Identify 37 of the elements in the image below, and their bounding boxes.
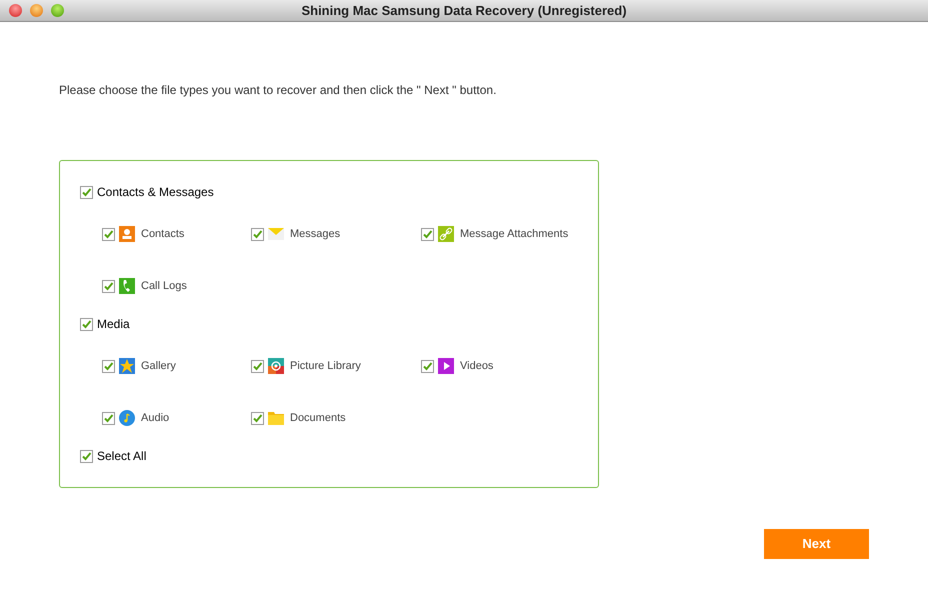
file-type-label: Gallery [141, 358, 176, 374]
phone-icon [119, 278, 135, 294]
checkbox[interactable] [421, 228, 434, 240]
checkbox[interactable] [102, 412, 115, 424]
file-type-label: Message Attachments [460, 226, 568, 242]
checkbox[interactable] [102, 228, 115, 240]
checkbox[interactable] [80, 186, 93, 198]
instruction-text: Please choose the file types you want to recover and then click the " Next " button. [59, 82, 498, 99]
checkbox[interactable] [251, 412, 264, 424]
file-type-label: Audio [141, 410, 170, 426]
checkbox[interactable] [251, 228, 264, 240]
checkbox[interactable] [80, 318, 93, 330]
select-all-label: Select All [97, 448, 146, 465]
person-icon [119, 226, 135, 242]
checkbox[interactable] [251, 360, 264, 372]
file-type-label: Call Logs [141, 278, 187, 294]
checkbox[interactable] [102, 280, 115, 292]
music-note-icon [119, 410, 135, 426]
group-label: Contacts & Messages [97, 184, 214, 201]
checkbox[interactable] [80, 450, 93, 462]
link-icon [438, 226, 454, 242]
checkbox[interactable] [102, 360, 115, 372]
window-title: Shining Mac Samsung Data Recovery (Unregistered) [301, 2, 627, 20]
zoom-button[interactable] [51, 4, 64, 17]
close-button[interactable] [9, 4, 22, 17]
file-type-label: Contacts [141, 226, 184, 242]
group-label: Media [97, 316, 130, 333]
minimize-button[interactable] [30, 4, 43, 17]
file-type-label: Videos [460, 358, 494, 374]
checkbox[interactable] [421, 360, 434, 372]
file-type-label: Picture Library [290, 358, 361, 374]
folder-icon [268, 410, 284, 426]
play-icon [438, 358, 454, 374]
envelope-icon [268, 226, 284, 242]
next-button[interactable]: Next [764, 529, 869, 559]
file-type-label: Documents [290, 410, 346, 426]
file-type-label: Messages [290, 226, 340, 242]
